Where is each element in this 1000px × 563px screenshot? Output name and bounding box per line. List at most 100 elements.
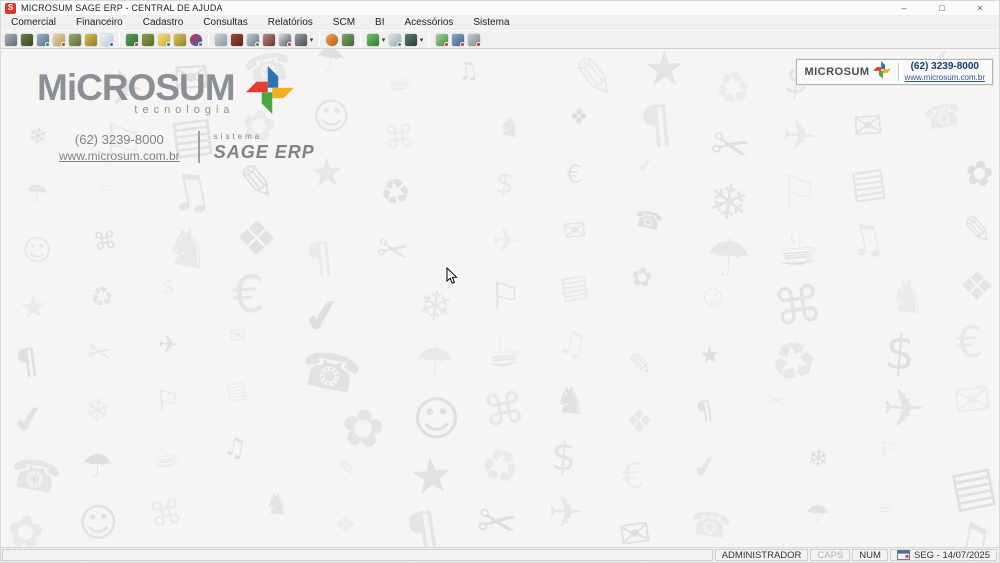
watermark-icon: ☕ <box>774 220 821 279</box>
watermark-icon: ✔ <box>9 395 49 445</box>
menu-item-financeiro[interactable]: Financeiro <box>66 16 133 30</box>
status-numlock: NUM <box>852 549 888 561</box>
watermark-icon: ¶ <box>401 499 445 547</box>
dove-button[interactable] <box>213 31 229 48</box>
watermark-icon: ⚐ <box>488 275 522 318</box>
menu-item-sistema[interactable]: Sistema <box>463 16 519 30</box>
watermark-icon: ⌘ <box>479 382 529 437</box>
menu-item-relatorios[interactable]: Relatórios <box>258 16 323 30</box>
watermark-icon: ✈ <box>881 379 926 440</box>
stamp-check-button[interactable] <box>387 31 403 48</box>
archive-box-button[interactable] <box>340 31 356 48</box>
watermark-icon: ⌘ <box>381 116 417 158</box>
forward-arrow-button[interactable] <box>365 31 381 48</box>
pos-terminal-button[interactable] <box>3 31 19 48</box>
cash-folder-icon <box>69 33 81 46</box>
watermark-icon: ✉ <box>949 370 995 430</box>
watermark-icon: $ <box>492 164 517 203</box>
green-cart-icon <box>126 33 139 47</box>
calculator-button[interactable] <box>403 31 419 48</box>
system-name: SAGE ERP <box>213 141 315 162</box>
watermark-icon: ✂ <box>705 115 755 177</box>
menu-item-cadastro[interactable]: Cadastro <box>133 16 194 30</box>
watermark-icon: ☎ <box>295 338 366 407</box>
watermark-icon: € <box>565 159 583 190</box>
menu-item-comercial[interactable]: Comercial <box>1 16 66 30</box>
toolbar-separator <box>208 32 209 47</box>
toolbar-group-2 <box>124 31 204 48</box>
header-phone: (62) 3239-8000 <box>910 61 979 73</box>
car-icon <box>231 33 243 46</box>
vehicle-icon <box>174 33 186 46</box>
toolbar-separator <box>360 32 361 47</box>
search-globe-button[interactable] <box>245 31 261 48</box>
menu-item-acessorios[interactable]: Acessórios <box>394 16 463 30</box>
watermark-icon: ☺ <box>411 391 462 448</box>
document-report-button[interactable] <box>99 31 115 48</box>
crane-chart-button[interactable] <box>83 31 99 48</box>
header-info-box: MICROSUM (62) 3239-8000 www.microsum.com… <box>796 59 993 85</box>
watermark-icon: ▤ <box>223 376 250 406</box>
watermark-icon: ♫ <box>553 321 592 367</box>
watermark-icon: ✈ <box>548 488 585 538</box>
watermark-icon: ♫ <box>454 55 481 87</box>
toolbar: ▾ ▾ ▾ <box>1 30 999 49</box>
watermark-icon: ❖ <box>334 510 357 540</box>
vehicle-button[interactable] <box>172 31 188 48</box>
watermark-icon: ♫ <box>842 211 890 268</box>
forward-arrow-dropdown-arrow[interactable]: ▾ <box>380 36 387 44</box>
color-wheel-button[interactable] <box>188 31 204 48</box>
watermark-icon: ✂ <box>84 334 116 373</box>
car-button[interactable] <box>229 31 245 48</box>
watermark-icon: ☺ <box>311 94 352 139</box>
printer-button[interactable] <box>293 31 309 48</box>
color-wheel-icon <box>190 33 203 47</box>
menu-item-bi[interactable]: BI <box>365 16 394 30</box>
calculator-dropdown-arrow[interactable]: ▾ <box>418 36 425 44</box>
hash-number-button[interactable] <box>277 31 293 48</box>
barcode-button[interactable] <box>261 31 277 48</box>
watermark-icon: ☺ <box>702 286 724 310</box>
money-bag-button[interactable] <box>19 31 35 48</box>
watermark-icon: ★ <box>18 287 49 327</box>
watermark-icon: ☎ <box>920 95 966 139</box>
dove-icon <box>215 33 227 46</box>
watermark-icon: ✈ <box>157 329 180 360</box>
watermark-icon: € <box>620 456 646 498</box>
watermark-icon: ☂ <box>80 445 115 488</box>
clock-button[interactable] <box>324 31 340 48</box>
close-button[interactable]: × <box>961 1 999 15</box>
watermark-icon: ✂ <box>1 49 7 65</box>
watermark-icon: ☕ <box>95 171 116 197</box>
header-divider <box>897 63 899 81</box>
watermark-icon: ✈ <box>780 110 819 162</box>
workstation-button[interactable] <box>35 31 51 48</box>
status-capslock: CAPS <box>810 549 851 561</box>
watermark-icon: ⚐ <box>779 167 819 218</box>
disconnect-gear-button[interactable] <box>466 31 482 48</box>
growth-chart-button[interactable] <box>434 31 450 48</box>
notepad-icon <box>53 33 66 47</box>
toolbar-group-5: ▾ ▾ <box>365 31 425 48</box>
money-bag-icon <box>21 33 33 46</box>
printer-dropdown-arrow[interactable]: ▾ <box>308 36 315 44</box>
notepad-button[interactable] <box>51 31 67 48</box>
watermark-icon: ✔ <box>298 286 346 346</box>
monitor-button[interactable] <box>450 31 466 48</box>
watermark-icon: $ <box>549 433 579 481</box>
catalog-book-button[interactable] <box>140 31 156 48</box>
watermark-icon: ☕ <box>385 62 413 98</box>
maximize-button[interactable]: □ <box>923 1 961 15</box>
minimize-button[interactable]: – <box>885 1 923 15</box>
menu-bar: Comercial Financeiro Cadastro Consultas Rela… <box>1 16 999 30</box>
green-cart-button[interactable] <box>124 31 140 48</box>
system-label: sistema <box>213 131 263 141</box>
watermark-icon: ♻ <box>87 279 117 316</box>
edit-note-button[interactable] <box>156 31 172 48</box>
menu-item-consultas[interactable]: Consultas <box>193 16 257 30</box>
watermark-icon: ✎ <box>626 346 654 382</box>
menu-item-scm[interactable]: SCM <box>323 16 365 30</box>
pinwheel-logo-icon <box>243 63 297 122</box>
disconnect-gear-icon <box>468 33 481 47</box>
cash-folder-button[interactable] <box>67 31 83 48</box>
